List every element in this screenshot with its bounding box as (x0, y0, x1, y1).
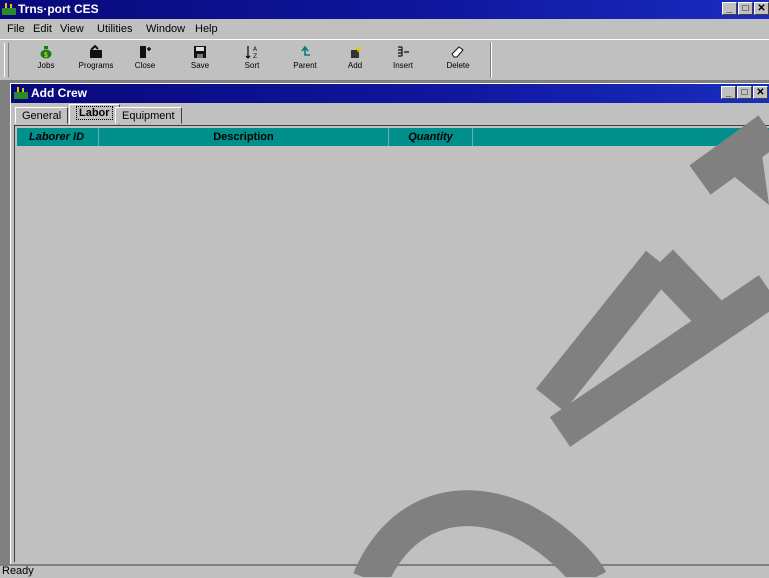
child-title: Add Crew (31, 86, 88, 100)
tab-general-label: General (22, 110, 62, 122)
column-laborer-id[interactable]: Laborer ID (17, 128, 99, 146)
toolbar-grip[interactable] (4, 43, 9, 77)
labor-grid[interactable]: Laborer ID Description Quantity (14, 125, 769, 562)
save-label: Save (190, 61, 210, 70)
column-description-label: Description (213, 131, 274, 143)
delete-label: Delete (446, 61, 470, 70)
ces-app-icon (2, 3, 16, 15)
column-laborer-id-label: Laborer ID (29, 131, 85, 143)
jobs-button[interactable]: $ Jobs (24, 42, 68, 78)
svg-text:Z: Z (253, 53, 257, 59)
tab-labor[interactable]: Labor (69, 104, 120, 125)
menu-file[interactable]: File (7, 23, 25, 35)
sort-icon: A Z (245, 46, 258, 59)
add-crew-window: Add Crew _ □ ✕ General Labor Equipment L… (10, 83, 769, 564)
delete-button[interactable]: Delete (436, 42, 480, 78)
close-door-icon (140, 46, 151, 58)
svg-text:$: $ (44, 51, 48, 59)
insert-button[interactable]: Insert (381, 42, 425, 78)
sort-button[interactable]: A Z Sort (230, 42, 274, 78)
floppy-disk-icon (194, 46, 206, 58)
save-button[interactable]: Save (178, 42, 222, 78)
app-title: Trns·port CES (18, 2, 99, 16)
child-maximize-button[interactable]: □ (737, 86, 752, 99)
menu-bar: File Edit View Utilities Window Help (0, 19, 769, 39)
column-quantity-label: Quantity (408, 131, 453, 143)
sort-label: Sort (244, 61, 260, 70)
child-title-bar[interactable]: Add Crew _ □ ✕ (11, 84, 769, 103)
status-bar: Ready (0, 565, 769, 578)
tab-strip: General Labor Equipment (11, 103, 769, 125)
toolbar-separator (490, 42, 492, 78)
add-label: Add (347, 61, 363, 70)
menu-utilities[interactable]: Utilities (97, 23, 132, 35)
programs-label: Programs (78, 61, 114, 70)
app-title-bar[interactable]: Trns·port CES _ □ ✕ (0, 0, 769, 19)
programs-button[interactable]: Programs (74, 42, 118, 78)
child-minimize-button[interactable]: _ (721, 86, 736, 99)
column-description[interactable]: Description (99, 128, 389, 146)
child-close-button[interactable]: ✕ (753, 86, 768, 99)
menu-help[interactable]: Help (195, 23, 218, 35)
programs-icon (90, 45, 102, 58)
close-label: Close (134, 61, 156, 70)
parent-label: Parent (293, 61, 317, 70)
insert-label: Insert (392, 61, 413, 70)
close-button[interactable]: ✕ (754, 2, 769, 15)
column-quantity[interactable]: Quantity (389, 128, 473, 146)
menu-edit[interactable]: Edit (33, 23, 52, 35)
money-bag-icon: $ (40, 46, 52, 59)
add-sparkle-icon (351, 45, 362, 58)
minimize-button[interactable]: _ (722, 2, 737, 15)
ces-app-icon (14, 87, 28, 99)
parent-arrow-icon (301, 45, 310, 56)
tab-general[interactable]: General (15, 107, 69, 124)
toolbar: $ Jobs Programs Close Save A Z Sort Pare… (0, 39, 769, 81)
jobs-label: Jobs (37, 61, 55, 70)
status-text: Ready (2, 565, 34, 577)
tab-equipment-label: Equipment (122, 110, 175, 122)
insert-icon (398, 46, 409, 57)
svg-text:A: A (253, 46, 258, 53)
add-button[interactable]: Add (333, 42, 377, 78)
parent-button[interactable]: Parent (283, 42, 327, 78)
tab-labor-label: Labor (76, 106, 113, 120)
menu-window[interactable]: Window (146, 23, 185, 35)
grid-header: Laborer ID Description Quantity (17, 128, 769, 146)
close-tool-button[interactable]: Close (123, 42, 167, 78)
eraser-icon (451, 46, 464, 58)
menu-view[interactable]: View (60, 23, 84, 35)
maximize-button[interactable]: □ (738, 2, 753, 15)
tab-equipment[interactable]: Equipment (115, 107, 182, 124)
